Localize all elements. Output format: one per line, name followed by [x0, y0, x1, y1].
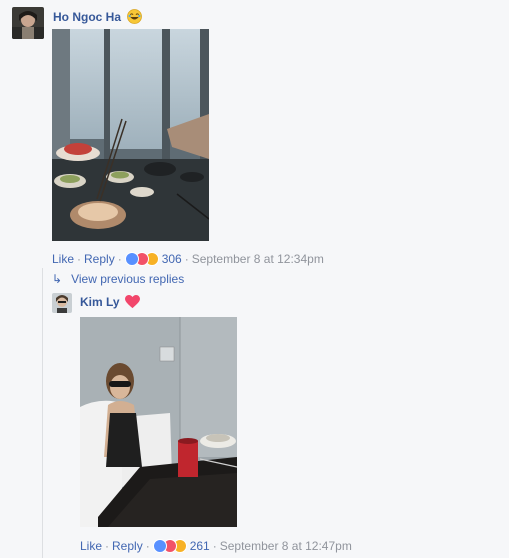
avatar-kim-ly[interactable]: [52, 293, 72, 313]
separator-dot: ·: [212, 539, 217, 553]
separator-dot: ·: [77, 252, 82, 266]
separator-dot: ·: [184, 252, 189, 266]
reactions-icon[interactable]: [124, 252, 159, 269]
separator-dot: ·: [145, 539, 150, 553]
comment-actions: Like · Reply · 306 · September 8 at 12:34pm: [52, 252, 324, 269]
view-previous-replies-link[interactable]: ↳ View previous replies: [52, 272, 184, 286]
comment-timestamp[interactable]: September 8 at 12:34pm: [192, 252, 324, 266]
separator-dot: ·: [117, 252, 122, 266]
laughing-face-icon: [127, 9, 143, 27]
view-previous-replies-label: View previous replies: [71, 272, 185, 286]
comment-actions: Like · Reply · 261 · September 8 at 12:47pm: [80, 539, 352, 556]
reaction-count[interactable]: 306: [162, 252, 182, 266]
separator-dot: ·: [105, 539, 110, 553]
like-link[interactable]: Like: [52, 252, 74, 266]
red-heart-icon: [124, 295, 140, 312]
comment-timestamp[interactable]: September 8 at 12:47pm: [220, 539, 352, 553]
comment-author-name[interactable]: Ho Ngoc Ha: [53, 10, 121, 24]
reply-thread-line: [42, 268, 43, 558]
reply-link[interactable]: Reply: [84, 252, 115, 266]
reply-link[interactable]: Reply: [112, 539, 143, 553]
comment-author-name[interactable]: Kim Ly: [80, 295, 120, 309]
reactions-icon[interactable]: [152, 539, 187, 556]
reply-arrow-icon: ↳: [52, 272, 63, 286]
reaction-count[interactable]: 261: [190, 539, 210, 553]
comment-photo[interactable]: [80, 317, 237, 527]
comment-photo[interactable]: [52, 29, 209, 241]
avatar-ho-ngoc-ha[interactable]: [12, 7, 44, 39]
like-link[interactable]: Like: [80, 539, 102, 553]
